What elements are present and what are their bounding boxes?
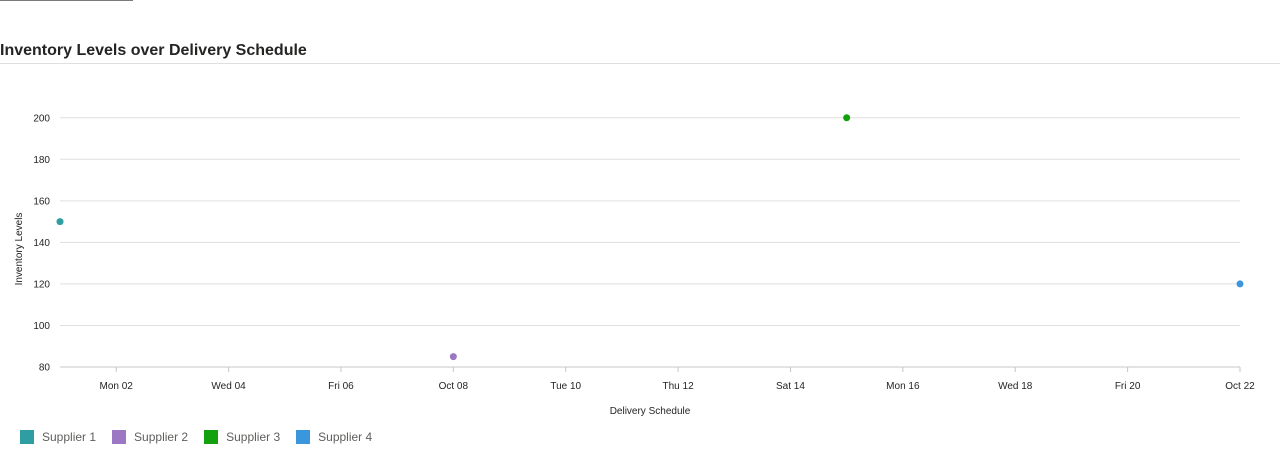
x-tick-label: Tue 10 <box>550 381 581 392</box>
legend-label: Supplier 1 <box>42 430 97 444</box>
legend-label: Supplier 3 <box>226 430 281 444</box>
y-tick-label: 100 <box>33 321 50 332</box>
legend-swatch <box>204 430 219 444</box>
legend-label: Supplier 4 <box>318 430 373 444</box>
x-tick-label: Oct 08 <box>439 381 469 392</box>
x-tick-label: Fri 06 <box>328 381 354 392</box>
legend-swatch <box>112 430 127 444</box>
x-tick-label: Sat 14 <box>776 381 805 392</box>
legend-swatch <box>296 430 311 444</box>
y-tick-label: 120 <box>33 279 50 290</box>
data-point[interactable] <box>843 114 851 122</box>
data-point[interactable] <box>1236 280 1244 288</box>
x-tick-label: Fri 20 <box>1115 381 1141 392</box>
x-axis-title: Delivery Schedule <box>610 406 691 417</box>
legend-item[interactable]: Supplier 4 <box>296 430 372 444</box>
x-tick-label: Thu 12 <box>663 381 695 392</box>
y-tick-label: 80 <box>39 363 51 374</box>
x-tick-labels: Mon 02 Wed 04 Fri 06 Oct 08 Tue 10 Thu 12 Sat … <box>100 367 1255 392</box>
x-tick-label: Wed 04 <box>211 381 246 392</box>
y-axis-title: Inventory Levels <box>14 213 25 286</box>
legend-item[interactable]: Supplier 2 <box>112 430 188 444</box>
y-tick-label: 140 <box>33 238 50 249</box>
y-tick-label: 200 <box>33 113 50 124</box>
y-tick-label: 180 <box>33 155 50 166</box>
x-tick-label: Mon 16 <box>886 381 920 392</box>
y-tick-label: 160 <box>33 196 50 207</box>
x-tick-label: Wed 18 <box>998 381 1033 392</box>
chart-plot: 80 100 120 140 160 180 200 Mon 02 Wed 04 Fri 06 O… <box>14 113 1255 417</box>
data-point[interactable] <box>449 353 457 361</box>
grid-lines <box>60 117 1240 368</box>
legend-item[interactable]: Supplier 1 <box>20 430 96 444</box>
chart-legend: Supplier 1 Supplier 2 Supplier 3 Supplier 4 <box>20 430 388 444</box>
data-point[interactable] <box>56 218 64 226</box>
data-points[interactable] <box>56 114 1244 361</box>
legend-item[interactable]: Supplier 3 <box>204 430 280 444</box>
legend-label: Supplier 2 <box>134 430 189 444</box>
legend-swatch <box>20 430 34 444</box>
y-tick-labels: 80 100 120 140 160 180 200 <box>33 113 50 373</box>
x-tick-label: Mon 02 <box>100 381 134 392</box>
x-tick-label: Oct 22 <box>1225 381 1255 392</box>
